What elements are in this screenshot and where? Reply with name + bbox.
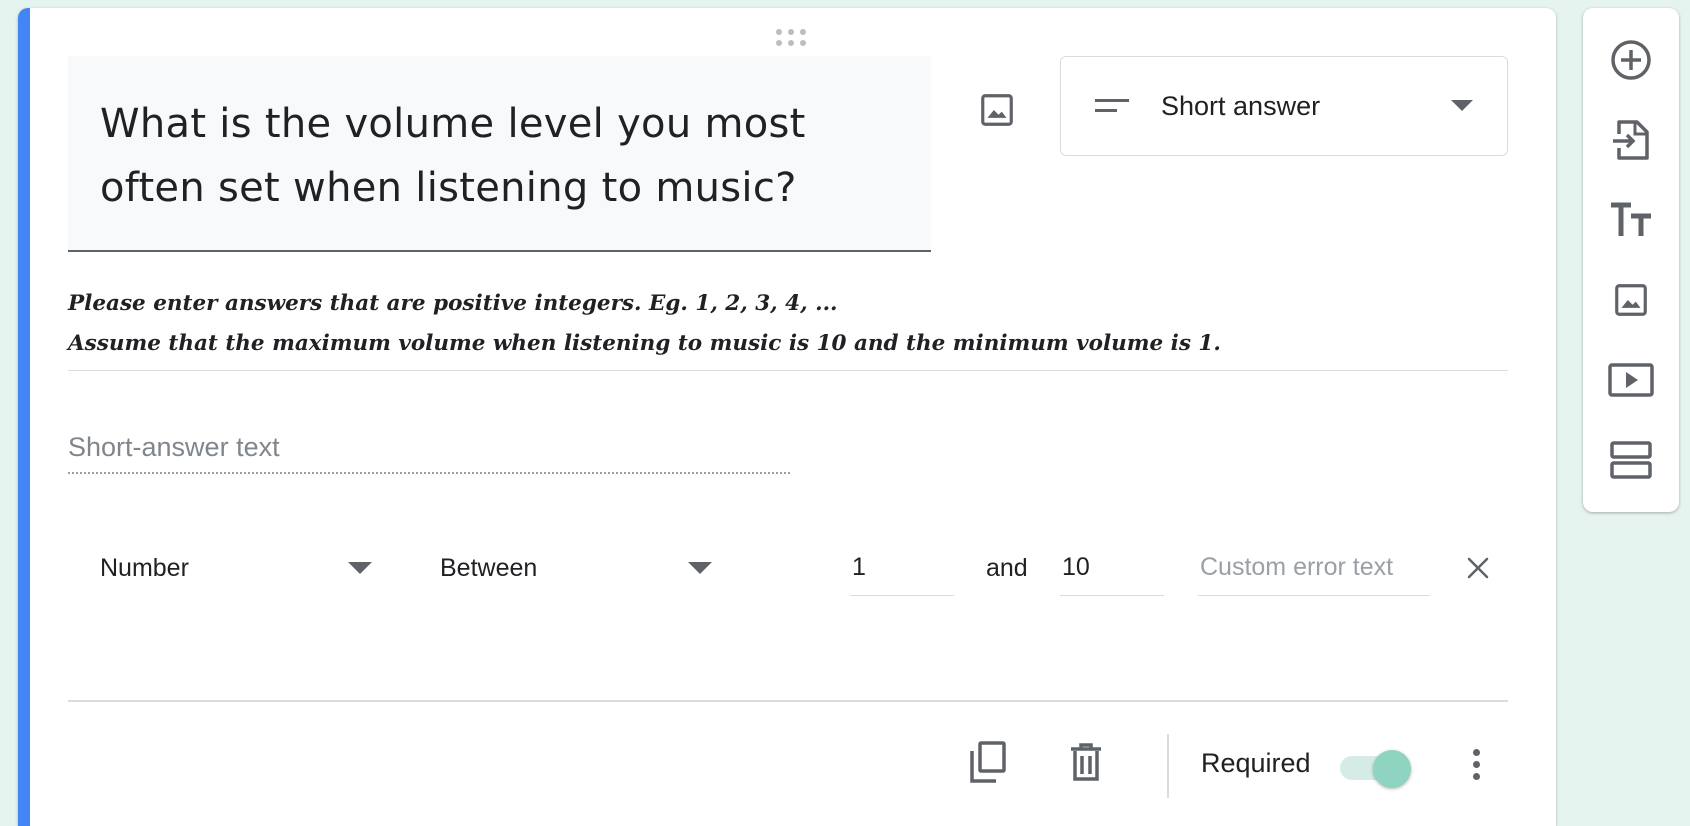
more-options-button[interactable] xyxy=(1456,742,1496,786)
footer-divider xyxy=(68,700,1508,702)
more-vert-icon xyxy=(1472,748,1480,756)
duplicate-button[interactable] xyxy=(964,738,1012,786)
validation-condition-dropdown[interactable]: Between xyxy=(440,540,712,596)
footer-separator xyxy=(1167,734,1169,798)
validation-type-label: Number xyxy=(100,553,189,582)
question-title-field[interactable]: What is the volume level you most often … xyxy=(68,56,931,252)
chevron-down-icon xyxy=(1451,100,1473,111)
add-title-icon xyxy=(1611,202,1651,236)
validation-min-input[interactable]: 1 xyxy=(850,540,954,596)
import-questions-button[interactable] xyxy=(1607,116,1655,164)
add-image-to-question-button[interactable] xyxy=(973,86,1021,134)
add-image-icon xyxy=(1615,284,1647,316)
close-icon xyxy=(1467,557,1489,579)
image-icon xyxy=(981,94,1013,126)
question-description-field[interactable]: Please enter answers that are positive i… xyxy=(68,284,1508,371)
description-line-1: Please enter answers that are positive i… xyxy=(68,291,838,316)
trash-icon xyxy=(1071,743,1101,781)
description-line-2: Assume that the maximum volume when list… xyxy=(68,331,1221,356)
question-type-dropdown[interactable]: Short answer xyxy=(1060,56,1508,156)
short-text-icon xyxy=(1095,99,1129,112)
question-title: What is the volume level you most often … xyxy=(100,101,806,211)
copy-icon xyxy=(970,741,1006,783)
active-card-accent xyxy=(18,8,30,826)
custom-error-input[interactable]: Custom error text xyxy=(1198,540,1430,596)
add-question-button[interactable] xyxy=(1607,36,1655,84)
required-label: Required xyxy=(1201,748,1311,778)
add-title-button[interactable] xyxy=(1607,196,1655,244)
add-section-icon xyxy=(1610,441,1652,479)
response-validation-row: Number Between 1 and 10 Custom error tex… xyxy=(100,540,1500,600)
short-answer-preview: Short-answer text xyxy=(68,426,790,474)
add-image-button[interactable] xyxy=(1607,276,1655,324)
remove-validation-button[interactable] xyxy=(1462,552,1494,584)
validation-type-dropdown[interactable]: Number xyxy=(100,540,372,596)
add-section-button[interactable] xyxy=(1607,436,1655,484)
toggle-thumb xyxy=(1373,750,1411,788)
question-type-label: Short answer xyxy=(1161,90,1321,121)
add-video-icon xyxy=(1608,363,1654,397)
required-toggle[interactable] xyxy=(1340,750,1414,788)
import-questions-icon xyxy=(1613,120,1649,160)
validation-max-input[interactable]: 10 xyxy=(1060,540,1164,596)
drag-handle-icon[interactable] xyxy=(773,24,809,50)
chevron-down-icon xyxy=(348,562,372,574)
delete-button[interactable] xyxy=(1062,738,1110,786)
validation-and-label: and xyxy=(986,553,1028,582)
add-question-icon xyxy=(1611,40,1651,80)
chevron-down-icon xyxy=(688,562,712,574)
validation-condition-label: Between xyxy=(440,553,538,582)
side-toolbar xyxy=(1583,8,1679,512)
question-card[interactable]: What is the volume level you most often … xyxy=(18,8,1556,826)
add-video-button[interactable] xyxy=(1607,356,1655,404)
